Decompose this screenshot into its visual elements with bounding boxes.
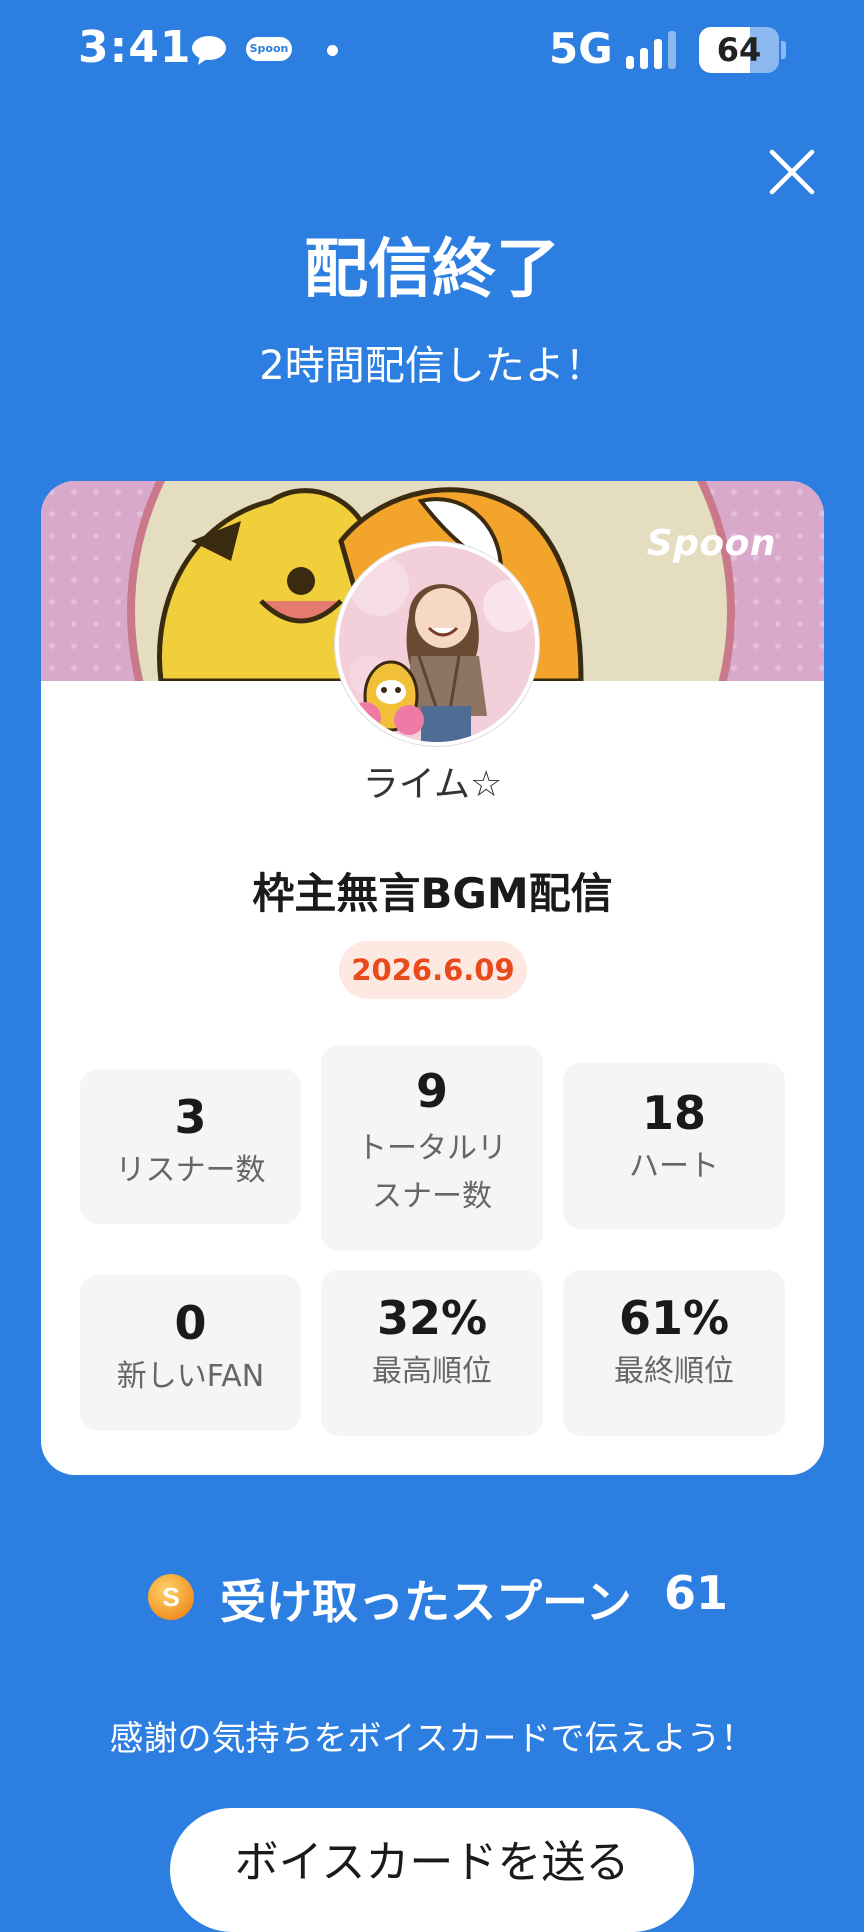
battery-body: 64 bbox=[699, 27, 779, 73]
stat-highest-rank: 32% 最高順位 bbox=[321, 1270, 543, 1436]
stat-label: 最終順位 bbox=[614, 1354, 734, 1389]
battery-tip bbox=[781, 41, 786, 59]
signal-strength-icon bbox=[626, 31, 676, 69]
stat-listeners: 3 リスナー数 bbox=[80, 1069, 301, 1224]
page-title: 配信終了 bbox=[304, 233, 560, 307]
stat-value: 3 bbox=[174, 1090, 207, 1144]
stat-final-rank: 61% 最終順位 bbox=[563, 1270, 785, 1436]
broadcast-summary-card: Spoon ライム☆ 枠主無言BGM配信 2026.6.09 3 リスナー数 9… bbox=[41, 481, 824, 1475]
close-button[interactable] bbox=[766, 146, 818, 198]
spoon-coin-icon: S bbox=[148, 1574, 194, 1620]
thanks-message: 感謝の気持ちをボイスカードで伝えよう！ bbox=[109, 1719, 755, 1759]
status-bar: 3:41 Spoon 5G 64 bbox=[0, 0, 864, 100]
broadcaster-name: ライム☆ bbox=[362, 764, 503, 805]
stream-title: 枠主無言BGM配信 bbox=[252, 869, 613, 918]
chat-bubble-icon bbox=[192, 36, 226, 65]
spoon-app-icon: Spoon bbox=[246, 37, 292, 61]
stat-label: 最高順位 bbox=[372, 1354, 492, 1389]
spoon-logo: Spoon bbox=[646, 523, 776, 564]
status-time: 3:41 bbox=[78, 22, 192, 73]
received-spoons-label: 受け取ったスプーン bbox=[220, 1575, 632, 1629]
battery-level: 64 bbox=[716, 31, 762, 69]
received-spoons: S 受け取ったスプーン 61 bbox=[0, 1560, 864, 1630]
battery-indicator: 64 bbox=[699, 27, 786, 73]
stat-value: 9 bbox=[415, 1064, 448, 1118]
stat-value: 61% bbox=[618, 1291, 730, 1345]
page-subtitle: 2時間配信したよ！ bbox=[259, 343, 605, 389]
stat-value: 32% bbox=[376, 1291, 488, 1345]
stat-new-fans: 0 新しいFAN bbox=[80, 1275, 301, 1431]
stat-hearts: 18 ハート bbox=[563, 1063, 785, 1229]
stat-label: 新しいFAN bbox=[116, 1359, 265, 1394]
stat-total-listeners: 9 トータルリスナー数 bbox=[321, 1045, 543, 1251]
avatar-image bbox=[339, 546, 535, 742]
stat-label: ハート bbox=[629, 1149, 719, 1184]
stat-value: 0 bbox=[174, 1296, 207, 1350]
close-icon bbox=[769, 149, 815, 195]
stat-label: トータルリスナー数 bbox=[357, 1131, 507, 1214]
svg-text:S: S bbox=[162, 1582, 179, 1612]
network-type: 5G bbox=[549, 24, 613, 73]
stat-label: リスナー数 bbox=[115, 1153, 266, 1188]
stat-value: 18 bbox=[641, 1086, 706, 1140]
date-badge: 2026.6.09 bbox=[339, 941, 527, 999]
send-voice-card-button[interactable]: ボイスカードを送る bbox=[170, 1808, 694, 1932]
notification-dot-icon bbox=[327, 45, 338, 56]
avatar[interactable] bbox=[335, 542, 539, 746]
received-spoons-count: 61 bbox=[664, 1566, 729, 1620]
